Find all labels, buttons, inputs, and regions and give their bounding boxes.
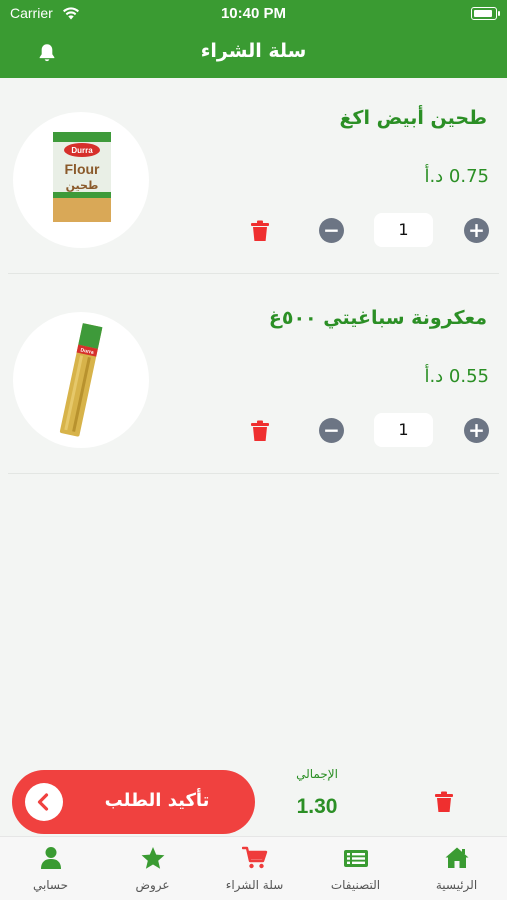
tab-bar: الرئيسية التصنيفات سلة الشراء عروض حسابي	[0, 836, 507, 900]
page-title: سلة الشراء	[200, 40, 307, 62]
quantity-field[interactable]: 1	[374, 413, 433, 447]
decrease-quantity-button[interactable]: −	[319, 418, 344, 443]
total-value: 1.30	[296, 795, 338, 818]
flour-package-text: Flour	[65, 161, 101, 177]
status-bar: Carrier 10:40 PM	[0, 0, 507, 28]
home-icon	[445, 847, 469, 868]
flour-brand-text: Durra	[71, 146, 93, 155]
clear-cart-icon[interactable]	[434, 791, 454, 813]
tab-account-label: حسابي	[32, 878, 69, 892]
flour-package-arabic: طحين	[66, 179, 99, 192]
trash-icon[interactable]	[250, 420, 270, 442]
cart-item: Durra معكرونة سباغيتي ٥٠٠غ 0.55 د.أ + 1 …	[0, 280, 507, 474]
clock: 10:40 PM	[220, 5, 287, 22]
tab-home[interactable]: الرئيسية	[406, 837, 507, 900]
product-price: 0.55 د.أ	[424, 366, 489, 387]
cart-icon	[242, 846, 268, 869]
tab-account[interactable]: حسابي	[0, 837, 101, 900]
tab-cart-label: سلة الشراء	[225, 878, 284, 892]
tab-offers-label: عروض	[135, 878, 170, 892]
tab-offers[interactable]: عروض	[102, 837, 203, 900]
divider	[8, 273, 499, 274]
trash-icon[interactable]	[250, 220, 270, 242]
decrease-quantity-button[interactable]: −	[319, 218, 344, 243]
product-image-flour[interactable]: Durra Flour طحين	[13, 112, 149, 248]
tab-categories-label: التصنيفات	[330, 878, 381, 892]
tab-categories[interactable]: التصنيفات	[305, 837, 406, 900]
increase-quantity-button[interactable]: +	[464, 218, 489, 243]
confirm-order-label: تأكيد الطلب	[104, 790, 210, 811]
divider	[8, 473, 499, 474]
list-icon	[344, 850, 368, 867]
star-icon	[141, 847, 165, 869]
product-price: 0.75 د.أ	[424, 166, 489, 187]
confirm-order-button[interactable]: تأكيد الطلب	[12, 770, 255, 834]
product-image-spaghetti[interactable]: Durra	[13, 312, 149, 448]
quantity-field[interactable]: 1	[374, 213, 433, 247]
tab-cart[interactable]: سلة الشراء	[204, 837, 305, 900]
product-name[interactable]: معكرونة سباغيتي ٥٠٠غ	[269, 307, 487, 329]
user-icon	[41, 847, 61, 869]
tab-home-label: الرئيسية	[435, 878, 478, 892]
header: سلة الشراء	[0, 28, 507, 78]
cart-item: Durra Flour طحين طحين أبيض اكغ 0.75 د.أ …	[0, 80, 507, 274]
increase-quantity-button[interactable]: +	[464, 418, 489, 443]
battery-icon	[471, 7, 500, 20]
total-label: الإجمالي	[296, 767, 338, 781]
chevron-left-icon	[25, 783, 63, 821]
product-name[interactable]: طحين أبيض اكغ	[339, 107, 487, 129]
